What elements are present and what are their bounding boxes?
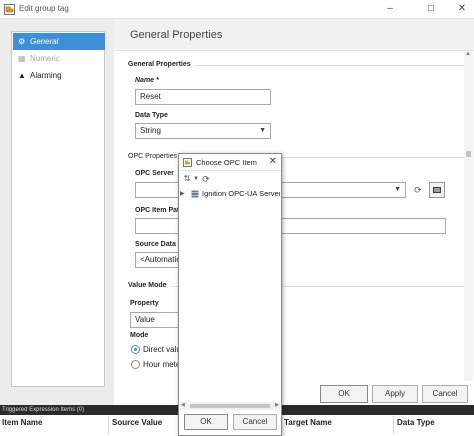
- app-icon: [4, 4, 15, 15]
- scroll-left-icon[interactable]: ◀: [181, 402, 185, 408]
- column-header[interactable]: Data Type: [397, 418, 435, 427]
- left-pane: ⚙ General ▦ Numeric ▲ Alarming: [0, 19, 114, 405]
- edit-group-tag-window: Edit group tag – □ ✕ ⚙ General ▦ Numeric…: [0, 0, 474, 436]
- opc-server-label: OPC Server: [135, 170, 174, 177]
- vertical-scrollbar[interactable]: ▲: [464, 51, 473, 381]
- nav-item-alarming[interactable]: ▲ Alarming: [13, 67, 105, 84]
- bell-icon: ▲: [18, 71, 26, 80]
- section-valuemode-title: Value Mode: [128, 282, 170, 289]
- refresh-icon[interactable]: ⟳: [411, 183, 425, 197]
- scroll-up-icon[interactable]: ▲: [465, 51, 471, 57]
- apply-button[interactable]: Apply: [372, 385, 418, 403]
- app-icon: [183, 158, 192, 167]
- section-general-title: General Properties: [128, 61, 194, 68]
- browse-opc-button[interactable]: [429, 182, 445, 198]
- column-header[interactable]: Source Value: [112, 418, 162, 427]
- close-icon[interactable]: ✕: [455, 2, 469, 16]
- column-header[interactable]: Item Name: [2, 418, 42, 427]
- dialog-title: Choose OPC Item: [196, 158, 257, 167]
- page-title: General Properties: [130, 29, 223, 41]
- name-input[interactable]: Reset: [135, 89, 271, 105]
- mode-label: Mode: [130, 332, 149, 339]
- expand-icon[interactable]: ▶: [180, 188, 185, 200]
- refresh-icon[interactable]: ⟳: [199, 172, 213, 186]
- source-data-label: Source Data: [135, 241, 176, 248]
- dialog-toolbar: ⇅ ▼ ⟳: [179, 172, 281, 186]
- server-icon: [191, 190, 199, 198]
- chevron-down-icon: ▼: [394, 186, 401, 193]
- opc-browse-tree[interactable]: ▶ Ignition OPC-UA Server: [180, 186, 280, 402]
- dialog-ok-button[interactable]: OK: [184, 414, 228, 430]
- nav-item-numeric[interactable]: ▦ Numeric: [13, 50, 105, 67]
- title-bar: Edit group tag – □ ✕: [0, 0, 474, 19]
- nav-item-general[interactable]: ⚙ General: [13, 33, 105, 50]
- column-divider: [108, 416, 109, 434]
- window-title: Edit group tag: [19, 4, 69, 13]
- datatype-label: Data Type: [135, 112, 168, 119]
- gear-icon: ⚙: [18, 37, 26, 46]
- section-opc-title: OPC Properties: [128, 153, 181, 160]
- nav-item-label: General: [30, 37, 59, 46]
- horizontal-scrollbar[interactable]: ◀ ▶: [180, 402, 280, 410]
- name-label: Name *: [135, 77, 159, 84]
- properties-header: General Properties: [114, 19, 474, 51]
- mode-radio-hour-meter[interactable]: [131, 360, 140, 369]
- property-label: Property: [130, 300, 159, 307]
- dialog-cancel-button[interactable]: Cancel: [233, 414, 277, 430]
- mode-option-label: Hour meter: [143, 360, 184, 369]
- scroll-thumb[interactable]: [466, 151, 471, 157]
- minimize-icon[interactable]: –: [383, 2, 397, 16]
- ok-button[interactable]: OK: [320, 385, 368, 403]
- cancel-button[interactable]: Cancel: [422, 385, 468, 403]
- column-divider: [393, 416, 394, 434]
- dialog-title-bar: Choose OPC Item ✕: [179, 154, 281, 171]
- column-header[interactable]: Target Name: [284, 418, 332, 427]
- numeric-icon: ▦: [18, 54, 26, 63]
- scroll-thumb[interactable]: [190, 404, 270, 408]
- chevron-down-icon: ▼: [259, 127, 266, 134]
- nav-item-label: Alarming: [30, 71, 62, 80]
- choose-opc-item-dialog: Choose OPC Item ✕ ⇅ ▼ ⟳ ▶ Ignition OPC-U…: [178, 153, 282, 436]
- nav-item-label: Numeric: [30, 54, 60, 63]
- close-icon[interactable]: ✕: [269, 156, 277, 167]
- tree-node-label: Ignition OPC-UA Server: [202, 189, 280, 198]
- browse-icon: [433, 187, 441, 193]
- maximize-icon[interactable]: □: [424, 2, 438, 16]
- properties-pane: General Properties General Properties Na…: [114, 19, 474, 405]
- scroll-right-icon[interactable]: ▶: [275, 402, 279, 408]
- datatype-select[interactable]: String ▼: [135, 123, 271, 139]
- opc-item-path-label: OPC Item Path: [135, 207, 184, 214]
- mode-radio-direct[interactable]: [131, 345, 140, 354]
- category-list: ⚙ General ▦ Numeric ▲ Alarming: [11, 31, 105, 387]
